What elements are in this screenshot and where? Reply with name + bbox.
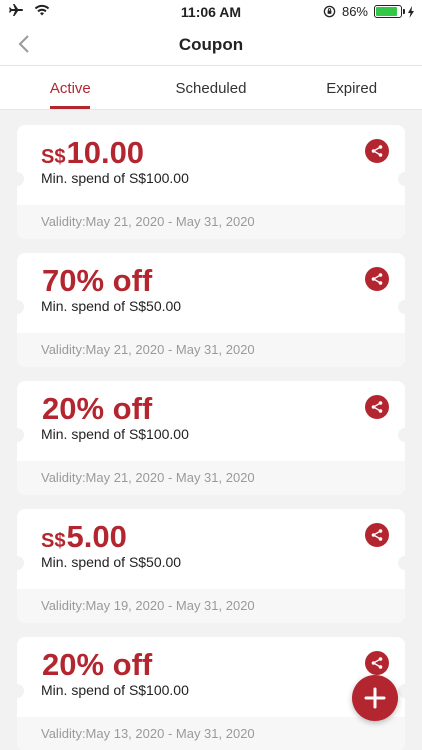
coupon-body: 70% off Min. spend of S$50.00 [17, 253, 405, 333]
share-button[interactable] [365, 651, 389, 675]
share-icon [371, 529, 383, 541]
coupon-currency: S$ [41, 146, 66, 168]
battery-percent: 86% [341, 4, 368, 19]
coupon-value: 20% off [42, 391, 153, 426]
orientation-lock-icon [323, 5, 336, 18]
share-icon [371, 145, 383, 157]
coupon-value: 70% off [42, 263, 153, 298]
coupon-body: 20% off Min. spend of S$100.00 [17, 637, 405, 717]
coupon-min-spend: Min. spend of S$100.00 [41, 170, 189, 186]
coupon-value: 20% off [42, 647, 153, 682]
nav-bar: Coupon [0, 24, 422, 66]
coupon-value: 5.00 [66, 519, 127, 554]
coupon-body: S$ 10.00 Min. spend of S$100.00 [17, 125, 405, 205]
share-icon [371, 273, 383, 285]
coupon-value: 10.00 [66, 135, 145, 170]
coupon-card[interactable]: S$ 5.00 Min. spend of S$50.00 Validity:M… [17, 509, 405, 623]
plus-icon [364, 687, 386, 709]
coupon-list[interactable]: S$ 10.00 Min. spend of S$100.00 Validity… [0, 110, 422, 750]
battery-fill [376, 7, 397, 16]
tab-scheduled[interactable]: Scheduled [141, 66, 282, 109]
battery-icon [374, 5, 405, 18]
tab-expired[interactable]: Expired [281, 66, 422, 109]
coupon-min-spend: Min. spend of S$50.00 [41, 298, 182, 314]
coupon-amount: S$ 10.00 [41, 137, 381, 168]
coupon-amount: 20% off [41, 649, 381, 680]
coupon-validity: Validity:May 21, 2020 - May 31, 2020 [17, 205, 405, 239]
coupon-card[interactable]: 20% off Min. spend of S$100.00 Validity:… [17, 637, 405, 750]
coupon-min-spend: Min. spend of S$100.00 [41, 682, 189, 698]
coupon-amount: 70% off [41, 265, 381, 296]
coupon-amount: S$ 5.00 [41, 521, 381, 552]
coupon-body: 20% off Min. spend of S$100.00 [17, 381, 405, 461]
add-coupon-button[interactable] [352, 675, 398, 721]
share-button[interactable] [365, 395, 389, 419]
charging-icon [408, 5, 414, 18]
coupon-card[interactable]: 70% off Min. spend of S$50.00 Validity:M… [17, 253, 405, 367]
share-button[interactable] [365, 139, 389, 163]
share-button[interactable] [365, 267, 389, 291]
page-title: Coupon [178, 35, 244, 54]
coupon-min-spend: Min. spend of S$50.00 [41, 554, 182, 570]
tab-bar: Active Scheduled Expired [0, 66, 422, 110]
coupon-validity: Validity:May 19, 2020 - May 31, 2020 [17, 589, 405, 623]
share-icon [371, 657, 383, 669]
coupon-validity: Validity:May 13, 2020 - May 31, 2020 [17, 717, 405, 750]
status-right: 86% [323, 4, 414, 19]
coupon-card[interactable]: S$ 10.00 Min. spend of S$100.00 Validity… [17, 125, 405, 239]
coupon-currency: S$ [41, 530, 66, 552]
share-button[interactable] [365, 523, 389, 547]
coupon-validity: Validity:May 21, 2020 - May 31, 2020 [17, 333, 405, 367]
tab-active[interactable]: Active [0, 66, 141, 109]
coupon-min-spend: Min. spend of S$100.00 [41, 426, 189, 442]
coupon-card[interactable]: 20% off Min. spend of S$100.00 Validity:… [17, 381, 405, 495]
coupon-amount: 20% off [41, 393, 381, 424]
status-bar: 11:06 AM 86% [0, 0, 422, 24]
coupon-body: S$ 5.00 Min. spend of S$50.00 [17, 509, 405, 589]
share-icon [371, 401, 383, 413]
coupon-validity: Validity:May 21, 2020 - May 31, 2020 [17, 461, 405, 495]
